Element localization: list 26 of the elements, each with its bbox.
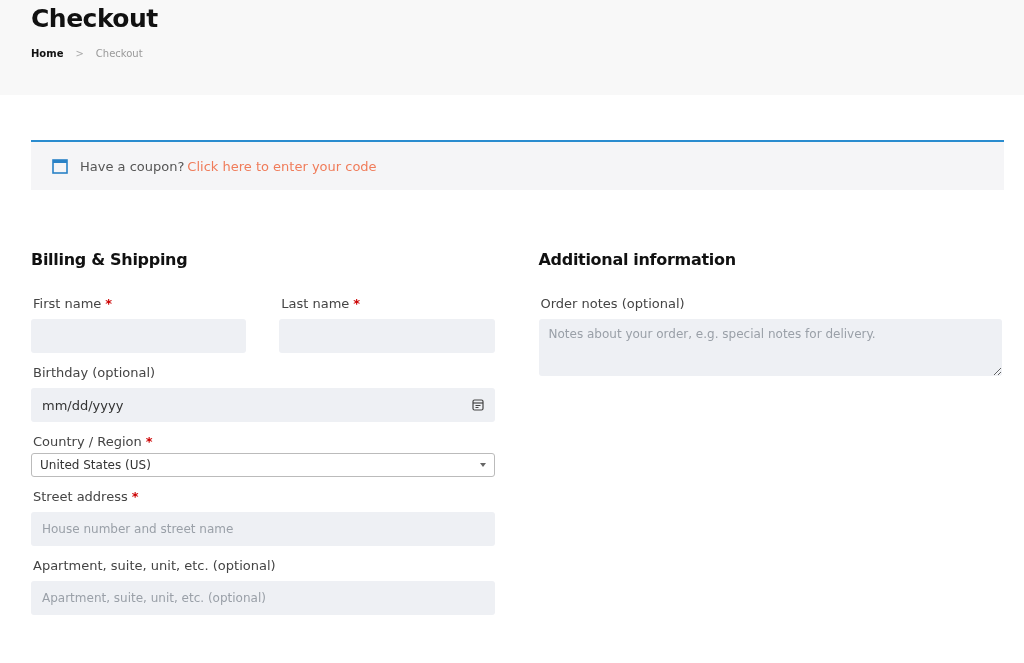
breadcrumb-link[interactable]: Home bbox=[31, 48, 64, 59]
input-field[interactable]: Apartment, suite, unit, etc. (optional) bbox=[31, 581, 495, 615]
field-label: First name bbox=[33, 296, 102, 311]
coupon-text: Have a coupon? bbox=[80, 158, 185, 174]
page-title: Checkout bbox=[31, 4, 159, 33]
calendar-icon bbox=[471, 399, 484, 411]
field-label: Country / Region bbox=[33, 434, 142, 449]
field-label: Order notes (optional) bbox=[540, 296, 685, 311]
required-mark: * bbox=[353, 296, 361, 311]
field-label: Street address bbox=[33, 489, 128, 504]
date-field[interactable]: mm/dd/yyyy bbox=[31, 388, 495, 422]
input-field[interactable]: House number and street name bbox=[31, 512, 495, 546]
required-mark: * bbox=[145, 434, 153, 449]
required-mark: * bbox=[105, 296, 113, 311]
caret-icon bbox=[479, 463, 486, 467]
breadcrumb-current: Checkout bbox=[95, 48, 143, 59]
section-heading: Billing & Shipping bbox=[31, 250, 189, 269]
notes-field[interactable]: Notes about your order, e.g. special notes for delivery. bbox=[538, 319, 1002, 376]
breadcrumb-separator: > bbox=[75, 48, 84, 59]
section-heading: Additional information bbox=[538, 250, 737, 269]
select-field[interactable]: United States (US) bbox=[31, 453, 495, 477]
field-label: Last name bbox=[281, 296, 350, 311]
required-mark: * bbox=[131, 489, 139, 504]
window-icon bbox=[52, 158, 68, 174]
field-label: Birthday (optional) bbox=[33, 365, 156, 380]
field-label: Apartment, suite, unit, etc. (optional) bbox=[33, 558, 276, 573]
